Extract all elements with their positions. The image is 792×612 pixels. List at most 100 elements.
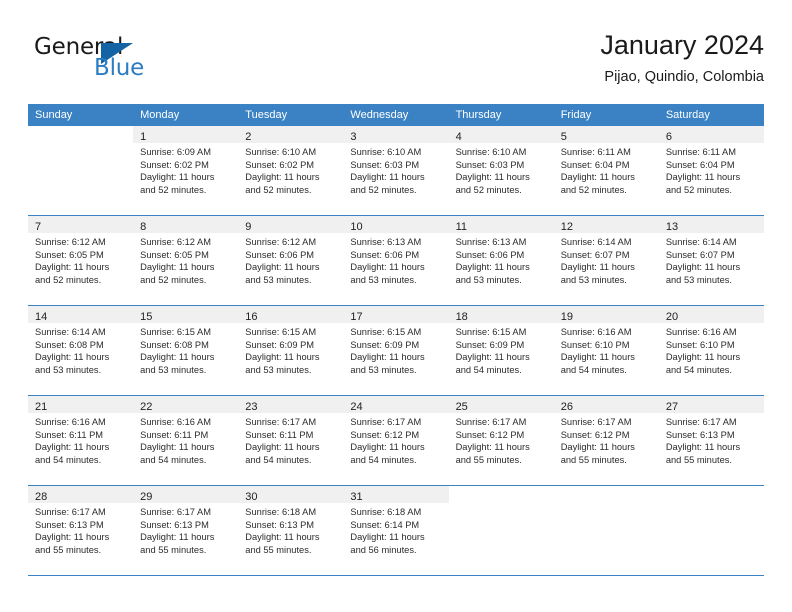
day-cell-inner: 12 Sunrise: 6:14 AM Sunset: 6:07 PM Dayligh…: [553, 216, 659, 306]
day-cell-inner: 19 Sunrise: 6:16 AM Sunset: 6:10 PM Dayligh…: [553, 306, 659, 396]
day-cell-details: Sunrise: 6:17 AM Sunset: 6:12 PM Daylight:…: [554, 413, 659, 466]
sunrise-text: Sunrise: 6:14 AM: [665, 237, 737, 247]
sunset-text: Sunset: 6:11 PM: [245, 429, 314, 440]
calendar-day-cell[interactable]: 7 Sunrise: 6:12 AM Sunset: 6:05 PM Daylight…: [28, 216, 134, 306]
calendar-day-cell[interactable]: 21 Sunrise: 6:16 AM Sunset: 6:11 PM Dayligh…: [28, 396, 134, 486]
calendar-body: 1 Sunrise: 6:09 AM Sunset: 6:02 PM Daylight…: [28, 126, 764, 576]
calendar-week-row: 7 Sunrise: 6:12 AM Sunset: 6:05 PM Daylight…: [28, 216, 764, 306]
day-number: 3: [350, 131, 357, 143]
sunset-text: Sunset: 6:06 PM: [455, 249, 525, 260]
calendar-week-row: 1 Sunrise: 6:09 AM Sunset: 6:02 PM Daylight…: [28, 126, 764, 216]
day-number: 18: [455, 311, 468, 323]
calendar-day-cell[interactable]: 4 Sunrise: 6:10 AM Sunset: 6:03 PM Daylight…: [448, 126, 554, 216]
calendar-day-cell[interactable]: 8 Sunrise: 6:12 AM Sunset: 6:05 PM Daylight…: [133, 216, 239, 306]
sunrise-text: Sunrise: 6:12 AM: [245, 237, 317, 247]
day-cell-details: Sunrise: 6:18 AM Sunset: 6:13 PM Daylight:…: [238, 503, 343, 556]
calendar-day-cell[interactable]: 14 Sunrise: 6:14 AM Sunset: 6:08 PM Dayligh…: [28, 306, 134, 396]
sunset-text: Sunset: 6:04 PM: [665, 159, 735, 170]
day-cell-inner: 23 Sunrise: 6:17 AM Sunset: 6:11 PM Dayligh…: [238, 396, 344, 486]
daylight-text-line1: Daylight: 11 hours: [245, 172, 320, 182]
calendar-day-cell[interactable]: 13 Sunrise: 6:14 AM Sunset: 6:07 PM Dayligh…: [658, 216, 764, 306]
page-subtitle: Pijao, Quindio, Colombia: [604, 69, 764, 85]
calendar-empty-cell: [658, 486, 764, 576]
daylight-text-line1: Daylight: 11 hours: [350, 262, 425, 272]
sunrise-text: Sunrise: 6:12 AM: [35, 237, 106, 247]
sunrise-text: Sunrise: 6:16 AM: [560, 327, 632, 337]
calendar-day-cell[interactable]: 18 Sunrise: 6:15 AM Sunset: 6:09 PM Dayligh…: [448, 306, 554, 396]
calendar-day-cell[interactable]: 3 Sunrise: 6:10 AM Sunset: 6:03 PM Daylight…: [343, 126, 449, 216]
day-cell-inner: 18 Sunrise: 6:15 AM Sunset: 6:09 PM Dayligh…: [448, 306, 554, 396]
calendar-empty-cell: [553, 486, 659, 576]
sunset-text: Sunset: 6:12 PM: [560, 429, 630, 440]
calendar-day-cell[interactable]: 31 Sunrise: 6:18 AM Sunset: 6:14 PM Dayligh…: [343, 486, 449, 576]
calendar-day-cell[interactable]: 17 Sunrise: 6:15 AM Sunset: 6:09 PM Dayligh…: [343, 306, 449, 396]
day-number-bar: 16: [238, 306, 344, 323]
day-number: 25: [455, 401, 468, 413]
day-number: 15: [140, 311, 153, 323]
daylight-text-line2: and 53 minutes.: [140, 364, 207, 375]
calendar-day-cell[interactable]: 11 Sunrise: 6:13 AM Sunset: 6:06 PM Dayligh…: [448, 216, 554, 306]
calendar-day-cell[interactable]: 26 Sunrise: 6:17 AM Sunset: 6:12 PM Dayligh…: [553, 396, 659, 486]
day-number-bar: [554, 486, 659, 503]
day-cell-inner: 27 Sunrise: 6:17 AM Sunset: 6:13 PM Dayligh…: [658, 396, 764, 486]
calendar-day-cell[interactable]: 25 Sunrise: 6:17 AM Sunset: 6:12 PM Dayligh…: [448, 396, 554, 486]
calendar-day-cell[interactable]: 19 Sunrise: 6:16 AM Sunset: 6:10 PM Dayligh…: [553, 306, 659, 396]
daylight-text-line1: Daylight: 11 hours: [35, 262, 110, 272]
daylight-text-line1: Daylight: 11 hours: [455, 172, 530, 182]
calendar-day-cell[interactable]: 10 Sunrise: 6:13 AM Sunset: 6:06 PM Dayligh…: [343, 216, 449, 306]
daylight-text-line2: and 54 minutes.: [560, 364, 627, 375]
calendar-day-cell[interactable]: 2 Sunrise: 6:10 AM Sunset: 6:02 PM Daylight…: [238, 126, 344, 216]
day-cell-details: Sunrise: 6:10 AM Sunset: 6:03 PM Daylight:…: [343, 143, 448, 196]
calendar-day-cell[interactable]: 24 Sunrise: 6:17 AM Sunset: 6:12 PM Dayligh…: [343, 396, 449, 486]
calendar-day-cell[interactable]: 23 Sunrise: 6:17 AM Sunset: 6:11 PM Dayligh…: [238, 396, 344, 486]
sunset-text: Sunset: 6:11 PM: [35, 429, 104, 440]
day-cell-inner: [553, 486, 659, 576]
calendar-day-cell[interactable]: 16 Sunrise: 6:15 AM Sunset: 6:09 PM Dayligh…: [238, 306, 344, 396]
daylight-text-line1: Daylight: 11 hours: [140, 172, 215, 182]
general-blue-logo[interactable]: General Blue: [34, 34, 214, 88]
day-number-bar: 19: [553, 306, 659, 323]
calendar-day-cell[interactable]: 20 Sunrise: 6:16 AM Sunset: 6:10 PM Dayligh…: [658, 306, 764, 396]
calendar-day-cell[interactable]: 12 Sunrise: 6:14 AM Sunset: 6:07 PM Dayligh…: [553, 216, 659, 306]
calendar-day-cell[interactable]: 1 Sunrise: 6:09 AM Sunset: 6:02 PM Daylight…: [133, 126, 239, 216]
daylight-text-line1: Daylight: 11 hours: [35, 532, 110, 542]
day-cell-inner: 13 Sunrise: 6:14 AM Sunset: 6:07 PM Dayligh…: [658, 216, 764, 306]
sunset-text: Sunset: 6:10 PM: [560, 339, 630, 350]
day-number-bar: 30: [238, 486, 344, 503]
daylight-text-line2: and 55 minutes.: [35, 544, 102, 555]
day-cell-inner: 30 Sunrise: 6:18 AM Sunset: 6:13 PM Dayligh…: [238, 486, 344, 576]
day-cell-details: Sunrise: 6:15 AM Sunset: 6:08 PM Daylight:…: [133, 323, 238, 376]
day-number-bar: 5: [553, 126, 659, 143]
day-number-bar: 14: [28, 306, 134, 323]
day-number-bar: 3: [343, 126, 449, 143]
day-cell-inner: 16 Sunrise: 6:15 AM Sunset: 6:09 PM Dayligh…: [238, 306, 344, 396]
sunset-text: Sunset: 6:14 PM: [350, 519, 420, 530]
day-cell-details: Sunrise: 6:12 AM Sunset: 6:05 PM Daylight:…: [133, 233, 238, 286]
daylight-text-line2: and 56 minutes.: [350, 544, 417, 555]
sunrise-text: Sunrise: 6:16 AM: [140, 417, 211, 427]
day-number-bar: 28: [28, 486, 134, 503]
calendar-day-cell[interactable]: 15 Sunrise: 6:15 AM Sunset: 6:08 PM Dayligh…: [133, 306, 239, 396]
day-number-bar: 11: [448, 216, 554, 233]
calendar-day-cell[interactable]: 27 Sunrise: 6:17 AM Sunset: 6:13 PM Dayligh…: [658, 396, 764, 486]
day-cell-inner: 4 Sunrise: 6:10 AM Sunset: 6:03 PM Daylight…: [448, 126, 554, 216]
sunrise-text: Sunrise: 6:09 AM: [140, 147, 211, 157]
sunrise-text: Sunrise: 6:10 AM: [350, 147, 422, 157]
day-cell-inner: [28, 126, 134, 216]
daylight-text-line2: and 52 minutes.: [140, 274, 207, 285]
day-number: 14: [35, 311, 48, 323]
calendar-day-cell[interactable]: 6 Sunrise: 6:11 AM Sunset: 6:04 PM Daylight…: [658, 126, 764, 216]
calendar-day-cell[interactable]: 30 Sunrise: 6:18 AM Sunset: 6:13 PM Dayligh…: [238, 486, 344, 576]
calendar-day-cell[interactable]: 29 Sunrise: 6:17 AM Sunset: 6:13 PM Dayligh…: [133, 486, 239, 576]
day-cell-inner: 2 Sunrise: 6:10 AM Sunset: 6:02 PM Daylight…: [238, 126, 344, 216]
calendar-day-cell[interactable]: 9 Sunrise: 6:12 AM Sunset: 6:06 PM Daylight…: [238, 216, 344, 306]
sunrise-text: Sunrise: 6:17 AM: [350, 417, 422, 427]
day-cell-details: [554, 503, 659, 506]
calendar-day-cell[interactable]: 28 Sunrise: 6:17 AM Sunset: 6:13 PM Dayligh…: [28, 486, 134, 576]
day-number-bar: 9: [238, 216, 344, 233]
daylight-text-line2: and 53 minutes.: [245, 364, 312, 375]
calendar-day-cell[interactable]: 5 Sunrise: 6:11 AM Sunset: 6:04 PM Daylight…: [553, 126, 659, 216]
sunset-text: Sunset: 6:06 PM: [245, 249, 315, 260]
day-number: 31: [350, 491, 363, 503]
calendar-day-cell[interactable]: 22 Sunrise: 6:16 AM Sunset: 6:11 PM Dayligh…: [133, 396, 239, 486]
